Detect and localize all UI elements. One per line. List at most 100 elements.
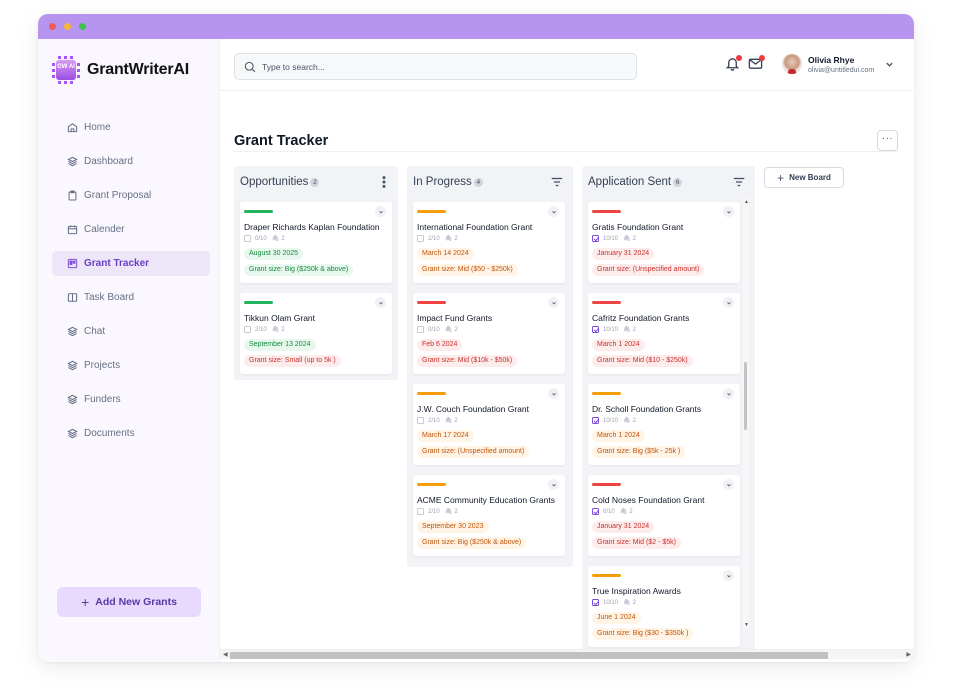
- grant-card[interactable]: Impact Fund Grants 0/10 🖇︎ 2 Feb 6 2024 Grant…: [413, 293, 565, 374]
- sidebar-item-documents[interactable]: Documents: [52, 421, 210, 446]
- grant-card[interactable]: Gratis Foundation Grant 10/10 🖇︎ 2 January 3…: [588, 202, 740, 283]
- sidebar-item-calender[interactable]: Calender: [52, 217, 210, 242]
- search-box[interactable]: [234, 53, 637, 80]
- sidebar-item-task-board[interactable]: Task Board: [52, 285, 210, 310]
- search-input[interactable]: [262, 61, 622, 72]
- board-action-button[interactable]: [731, 174, 747, 190]
- task-checkbox[interactable]: [592, 417, 599, 424]
- user-email: olivia@untitledui.com: [808, 66, 875, 74]
- task-checkbox[interactable]: [592, 326, 599, 333]
- vertical-scroll-thumb[interactable]: [744, 362, 747, 431]
- task-checkbox[interactable]: [244, 326, 251, 333]
- main-content: Olivia Rhye olivia@untitledui.com Grant …: [220, 39, 914, 662]
- horizontal-scroll-thumb[interactable]: [230, 652, 828, 659]
- task-checkbox[interactable]: [244, 235, 251, 242]
- chevron-down-icon: [378, 301, 383, 305]
- scroll-down-arrow-icon[interactable]: ▼: [744, 623, 749, 628]
- scroll-left-arrow-icon[interactable]: ◀: [223, 651, 228, 658]
- task-checkbox[interactable]: [417, 508, 424, 515]
- card-expand-button[interactable]: [723, 388, 734, 399]
- user-name: Olivia Rhye: [808, 54, 855, 65]
- card-expand-button[interactable]: [723, 479, 734, 490]
- deadline-tag: March 1 2024: [592, 430, 645, 442]
- vertical-scrollbar[interactable]: ▲ ▼: [743, 198, 749, 630]
- card-expand-button[interactable]: [548, 206, 559, 217]
- horizontal-scrollbar[interactable]: ◀ ▶: [220, 649, 914, 659]
- close-window-button[interactable]: [49, 23, 56, 30]
- scroll-right-arrow-icon[interactable]: ▶: [906, 651, 911, 658]
- sidebar-item-projects[interactable]: Projects: [52, 353, 210, 378]
- avatar: [782, 54, 802, 74]
- task-checkbox[interactable]: [417, 235, 424, 242]
- task-checkbox[interactable]: [592, 599, 599, 606]
- minimize-window-button[interactable]: [64, 23, 71, 30]
- grant-size-tag: Grant size: Small (up to 5k ): [244, 355, 341, 367]
- board-action-button[interactable]: [376, 174, 392, 190]
- card-expand-button[interactable]: [723, 570, 734, 581]
- card-expand-button[interactable]: [548, 388, 559, 399]
- paperclip-icon: 🖇︎: [444, 327, 453, 333]
- task-checkbox[interactable]: [592, 235, 599, 242]
- card-meta: 0/10 🖇︎ 2: [244, 235, 285, 242]
- deadline-tag: March 17 2024: [417, 430, 474, 442]
- search-icon: [244, 61, 256, 72]
- grant-card[interactable]: Dr. Scholl Foundation Grants 10/10 🖇︎ 2 Marc…: [588, 384, 740, 465]
- grant-size-tag: Grant size: Mid ($10 - $250k): [592, 355, 693, 367]
- app-window: GW AI GrantWriterAI Home Dashboard Grant P…: [38, 14, 914, 662]
- grant-card[interactable]: ACME Community Education Grants 2/10 🖇︎ 2 Se…: [413, 475, 565, 556]
- sidebar-item-funders[interactable]: Funders: [52, 387, 210, 412]
- sidebar-item-label: Dashboard: [84, 156, 133, 167]
- attachment-count: 2: [632, 326, 636, 333]
- card-expand-button[interactable]: [375, 297, 386, 308]
- grant-card[interactable]: Cafritz Foundation Grants 10/10 🖇︎ 2 March 1…: [588, 293, 740, 374]
- grant-name: Gratis Foundation Grant: [592, 222, 684, 232]
- card-expand-button[interactable]: [548, 479, 559, 490]
- sidebar-item-dashboard[interactable]: Dashboard: [52, 149, 210, 174]
- sidebar-item-home[interactable]: Home: [52, 115, 210, 140]
- card-meta: 10/10 🖇︎ 2: [592, 417, 636, 424]
- task-checkbox[interactable]: [417, 417, 424, 424]
- grant-card[interactable]: Cold Noses Foundation Grant 0/10 🖇︎ 2 Januar…: [588, 475, 740, 556]
- deadline-tag: Feb 6 2024: [417, 339, 463, 351]
- app-logo[interactable]: GW AI GrantWriterAI: [52, 56, 189, 84]
- messages-button[interactable]: [748, 55, 766, 74]
- card-expand-button[interactable]: [375, 206, 386, 217]
- add-new-grants-button[interactable]: + Add New Grants: [57, 587, 201, 617]
- deadline-tag: January 31 2024: [592, 521, 655, 533]
- sidebar-item-chat[interactable]: Chat: [52, 319, 210, 344]
- chevron-down-icon: [726, 392, 731, 396]
- deadline-tag: September 30 2023: [417, 521, 489, 533]
- board-count-badge: 6: [673, 177, 683, 187]
- sidebar-nav: Home Dashboard Grant Proposal Calender Grant…: [52, 115, 210, 455]
- grant-card[interactable]: J.W. Couch Foundation Grant 2/10 🖇︎ 2 March …: [413, 384, 565, 465]
- grant-name: Impact Fund Grants: [417, 313, 493, 323]
- card-expand-button[interactable]: [548, 297, 559, 308]
- user-menu[interactable]: Olivia Rhye olivia@untitledui.com: [782, 54, 894, 74]
- card-expand-button[interactable]: [723, 206, 734, 217]
- new-board-button[interactable]: + New Board: [764, 167, 844, 188]
- grant-card[interactable]: True Inspiration Awards 10/10 🖇︎ 2 June 1 20…: [588, 566, 740, 647]
- chevron-down-icon: [726, 301, 731, 305]
- sidebar-item-grant-proposal[interactable]: Grant Proposal: [52, 183, 210, 208]
- task-checkbox[interactable]: [592, 508, 599, 515]
- scroll-up-arrow-icon[interactable]: ▲: [744, 200, 749, 205]
- maximize-window-button[interactable]: [79, 23, 86, 30]
- grant-card[interactable]: Tikkun Olam Grant 2/10 🖇︎ 2 September 13 202…: [240, 293, 392, 374]
- sidebar-item-grant-tracker[interactable]: Grant Tracker: [52, 251, 210, 276]
- chevron-down-icon[interactable]: [885, 60, 894, 69]
- grant-card[interactable]: Draper Richards Kaplan Foundation 0/10 🖇︎ 2…: [240, 202, 392, 283]
- board-action-button[interactable]: [549, 174, 565, 190]
- sidebar-item-label: Grant Proposal: [84, 190, 152, 201]
- priority-bar: [417, 392, 446, 395]
- more-options-button[interactable]: ···: [877, 130, 898, 151]
- task-checkbox[interactable]: [417, 326, 424, 333]
- grant-card[interactable]: International Foundation Grant 2/10 🖇︎ 2 Mar…: [413, 202, 565, 283]
- deadline-tag: March 1 2024: [592, 339, 645, 351]
- card-expand-button[interactable]: [723, 297, 734, 308]
- paperclip-icon: 🖇︎: [623, 600, 631, 606]
- notifications-button[interactable]: [725, 55, 743, 74]
- deadline-tag: June 1 2024: [592, 612, 641, 624]
- notification-dot: [736, 55, 742, 61]
- chevron-down-icon: [551, 210, 556, 214]
- board-application-sent: Application Sent 6 Gratis Foundation Grant…: [582, 166, 755, 657]
